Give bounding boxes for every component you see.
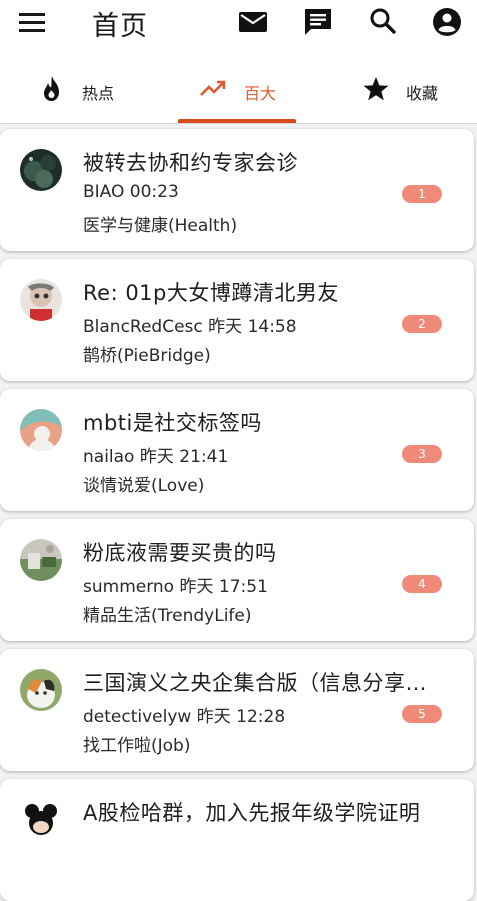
rank-badge: 5: [402, 705, 442, 723]
rank-badge: 1: [402, 185, 442, 203]
post-card[interactable]: 三国演义之央企集合版（信息分享… detectivelyw 昨天 12:28 找…: [0, 649, 474, 771]
post-title[interactable]: A股检哈群，加入先报年级学院证明: [83, 797, 448, 827]
post-card[interactable]: mbti是社交标签吗 nailao 昨天 21:41 谈情说爱(Love) 3: [0, 389, 474, 511]
post-author[interactable]: BlancRedCesc: [83, 317, 203, 337]
menu-icon[interactable]: [18, 10, 46, 34]
post-meta: summerno 昨天 17:51: [83, 572, 268, 597]
avatar: [20, 669, 62, 711]
post-board[interactable]: 医学与健康(Health): [83, 211, 237, 236]
post-author[interactable]: BIAO: [83, 182, 124, 202]
page-title: 首页: [92, 11, 148, 42]
post-author[interactable]: nailao: [83, 447, 134, 467]
post-author[interactable]: summerno: [83, 577, 174, 597]
message-icon[interactable]: [302, 6, 334, 38]
tab-hot[interactable]: 热点: [0, 66, 159, 123]
post-time: 昨天 14:58: [208, 317, 297, 337]
post-author[interactable]: detectivelyw: [83, 707, 191, 727]
post-board[interactable]: 精品生活(TrendyLife): [83, 601, 252, 626]
avatar: [20, 409, 62, 451]
post-board[interactable]: 鹊桥(PieBridge): [83, 341, 211, 366]
post-title[interactable]: 被转去协和约专家会诊: [83, 147, 448, 177]
rank-badge: 3: [402, 445, 442, 463]
tab-hot-label: 热点: [82, 84, 115, 103]
rank-badge: 2: [402, 315, 442, 333]
mail-icon[interactable]: [237, 6, 269, 38]
active-tab-indicator: [178, 119, 296, 123]
search-icon[interactable]: [367, 6, 399, 38]
post-meta: nailao 昨天 21:41: [83, 442, 228, 467]
post-meta: detectivelyw 昨天 12:28: [83, 702, 285, 727]
star-icon: [363, 77, 389, 101]
tab-top100-label: 百大: [244, 84, 277, 103]
post-meta: BIAO 00:23: [83, 182, 179, 202]
trending-up-icon: [200, 80, 226, 96]
post-board[interactable]: 谈情说爱(Love): [83, 471, 204, 496]
avatar: [20, 149, 62, 191]
avatar: [20, 279, 62, 321]
fire-icon: [44, 76, 59, 101]
tab-favorites[interactable]: 收藏: [318, 66, 477, 123]
post-title[interactable]: mbti是社交标签吗: [83, 407, 448, 437]
rank-badge: 4: [402, 575, 442, 593]
post-title[interactable]: 粉底液需要买贵的吗: [83, 537, 448, 567]
post-time: 昨天 21:41: [139, 447, 229, 467]
avatar: [20, 539, 62, 581]
post-title[interactable]: Re: 01p大女博蹲清北男友: [83, 277, 448, 307]
account-icon[interactable]: [431, 6, 463, 38]
post-card[interactable]: Re: 01p大女博蹲清北男友 BlancRedCesc 昨天 14:58 鹊桥…: [0, 259, 474, 381]
post-meta: BlancRedCesc 昨天 14:58: [83, 312, 297, 337]
post-card[interactable]: 被转去协和约专家会诊 BIAO 00:23 医学与健康(Health) 1: [0, 129, 474, 251]
tab-bar: 热点 百大 收藏: [0, 66, 477, 123]
post-card[interactable]: 粉底液需要买贵的吗 summerno 昨天 17:51 精品生活(TrendyL…: [0, 519, 474, 641]
post-time: 00:23: [129, 182, 179, 202]
tab-top100[interactable]: 百大: [159, 66, 318, 123]
post-time: 昨天 12:28: [196, 707, 286, 727]
post-title[interactable]: 三国演义之央企集合版（信息分享…: [83, 667, 448, 697]
avatar: [20, 799, 62, 841]
post-board[interactable]: 找工作啦(Job): [83, 731, 190, 756]
app-bar: 首页 热点 百大 收藏: [0, 0, 477, 124]
tab-favorites-label: 收藏: [406, 84, 439, 103]
post-card[interactable]: A股检哈群，加入先报年级学院证明: [0, 779, 474, 901]
post-time: 昨天 17:51: [179, 577, 268, 597]
